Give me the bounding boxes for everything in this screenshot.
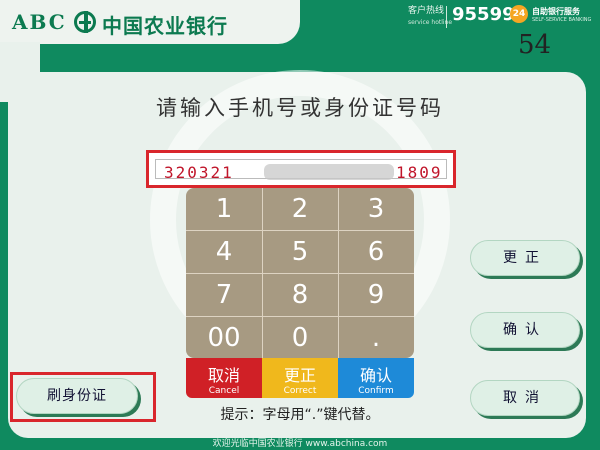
logo-panel: ABC 中国农业银行 xyxy=(0,0,300,44)
page-title: 请输入手机号或身份证号码 xyxy=(156,96,444,120)
top-bar: ABC 中国农业银行 客户热线 service hotline 95599 24… xyxy=(0,0,600,44)
keypad-confirm-button[interactable]: 确认 Confirm xyxy=(338,358,414,398)
numeric-keypad: 1 2 3 4 5 6 7 8 9 00 0 . xyxy=(186,188,414,358)
hotline-divider xyxy=(446,6,447,28)
cancel-button[interactable]: 取消 xyxy=(470,380,580,416)
keypad-correct-button[interactable]: 更正 Correct xyxy=(262,358,338,398)
abc-logo-icon xyxy=(74,11,96,33)
phone-id-input-field[interactable]: 320321 1809 xyxy=(146,150,456,188)
input-value-prefix: 320321 xyxy=(164,163,234,182)
key-6[interactable]: 6 xyxy=(338,231,414,273)
key-9[interactable]: 9 xyxy=(338,274,414,316)
key-0[interactable]: 0 xyxy=(262,317,338,359)
self-service-en: SELF-SERVICE BANKING xyxy=(532,17,592,23)
bank-name: 中国农业银行 xyxy=(102,14,228,38)
self-service-24-icon: 24 xyxy=(510,5,528,23)
key-5[interactable]: 5 xyxy=(262,231,338,273)
key-dot[interactable]: . xyxy=(338,317,414,359)
keypad-correct-label-en: Correct xyxy=(283,386,317,396)
key-1[interactable]: 1 xyxy=(186,188,262,230)
key-00[interactable]: 00 xyxy=(186,317,262,359)
input-inner: 320321 1809 xyxy=(155,159,447,182)
correct-button[interactable]: 更正 xyxy=(470,240,580,276)
keypad-cancel-label: 取消 xyxy=(207,366,240,385)
confirm-button[interactable]: 确认 xyxy=(470,312,580,348)
swipe-id-card-button[interactable]: 刷身份证 xyxy=(16,378,138,414)
key-7[interactable]: 7 xyxy=(186,274,262,316)
hotline-number: 95599 xyxy=(452,4,515,25)
key-8[interactable]: 8 xyxy=(262,274,338,316)
key-3[interactable]: 3 xyxy=(338,188,414,230)
hotline-label: 客户热线 xyxy=(408,6,445,16)
keypad-cancel-button[interactable]: 取消 Cancel xyxy=(186,358,262,398)
footer-welcome: 欢迎光临中国农业银行 www.abchina.com xyxy=(212,439,388,449)
input-value-suffix: 1809 xyxy=(396,163,443,182)
keypad-cancel-label-en: Cancel xyxy=(208,386,240,396)
keypad-confirm-label-en: Confirm xyxy=(358,386,394,396)
self-service-label: 自助银行服务 xyxy=(532,7,580,16)
keypad-correct-label: 更正 xyxy=(283,366,316,385)
key-2[interactable]: 2 xyxy=(262,188,338,230)
key-4[interactable]: 4 xyxy=(186,231,262,273)
brand-latin: ABC xyxy=(12,10,67,34)
keypad-confirm-label: 确认 xyxy=(359,366,392,385)
masked-digits xyxy=(264,164,394,180)
countdown-timer: 54 xyxy=(518,30,552,60)
